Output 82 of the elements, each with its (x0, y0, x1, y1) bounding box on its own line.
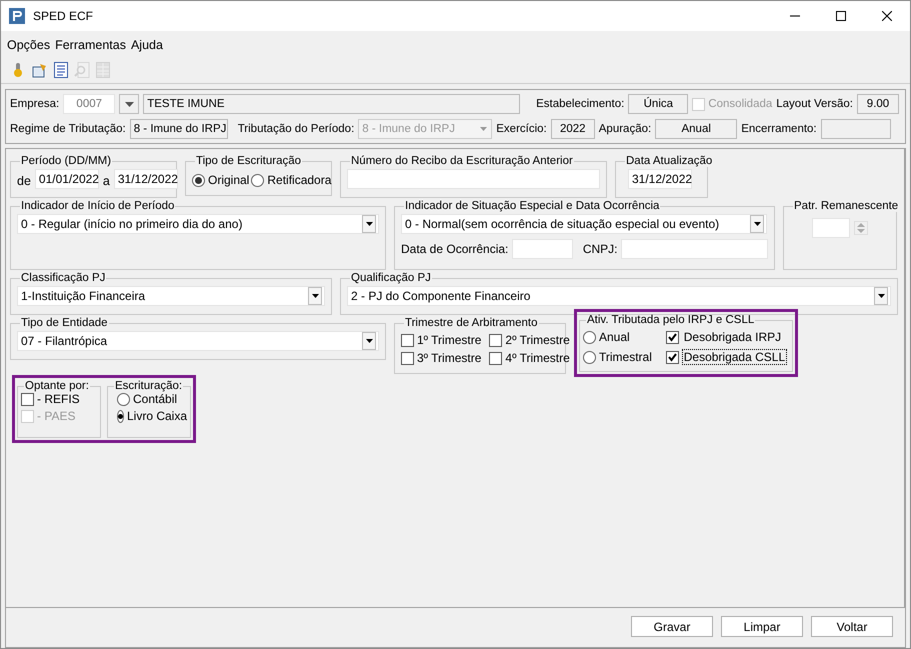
group-label: Período (DD/MM) (20, 155, 112, 167)
group-label: Ativ. Tributada pelo IRPJ e CSLL (586, 314, 756, 326)
field-label: Exercício: (496, 123, 547, 135)
menu-item[interactable]: Ferramentas (55, 38, 126, 52)
qualification-dropdown[interactable]: 2 - PJ do Componente Financeiro (347, 286, 891, 306)
establishment-field: Única (628, 94, 688, 114)
company-name-field: TESTE IMUNE (143, 94, 520, 114)
checkbox-label: Desobrigada IRPJ (682, 329, 782, 345)
caret-icon (312, 294, 318, 298)
dropdown-button[interactable] (119, 94, 140, 114)
field-label: Empresa: (10, 98, 60, 110)
caret-icon (480, 127, 488, 131)
group-label: Tipo de Escrituração (195, 155, 302, 167)
field-label: Regime de Tributação: (10, 123, 126, 135)
window-title: SPED ECF (33, 9, 94, 23)
group-label: Número do Recibo da Escrituração Anterior (350, 155, 574, 167)
update-date-field[interactable]: 31/12/2022 (628, 169, 692, 189)
group-label: Qualificação PJ (350, 272, 432, 284)
group-label: Optante por: (24, 380, 90, 392)
caret-icon (366, 339, 372, 343)
field-label: Data de Ocorrência: (401, 242, 508, 256)
checkbox[interactable]: 2º Trimestre (489, 333, 570, 347)
radio-button[interactable]: Trimestral (583, 349, 654, 365)
menu-item[interactable]: Ajuda (130, 38, 163, 52)
checkbox[interactable]: Desobrigada IRPJ (666, 329, 789, 345)
group-label: Indicador de Situação Especial e Data Ocorrência (404, 200, 660, 212)
spin-buttons[interactable] (854, 221, 868, 235)
field-label: Apuração: (598, 123, 652, 135)
action-button[interactable]: Limpar (721, 616, 803, 637)
receipt-number-field[interactable] (347, 169, 600, 189)
group-label: Data Atualização (625, 155, 714, 167)
caret-icon (366, 222, 372, 226)
checkbox[interactable]: 4º Trimestre (489, 351, 570, 365)
caret-icon (124, 102, 134, 106)
menu-item[interactable]: Opções (7, 38, 50, 52)
special-situation-dropdown[interactable]: 0 - Normal(sem ocorrência de situação especial ou evento) (401, 214, 767, 234)
field-label: CNPJ: (582, 242, 618, 256)
field-label: de (17, 174, 31, 188)
field-label: Estabelecimento: (536, 98, 624, 110)
checkbox[interactable]: - REFIS (21, 392, 97, 406)
layout-version-field: 9.00 (857, 94, 899, 114)
settings-icon[interactable] (32, 62, 48, 78)
group-label: Patr. Remanescente (793, 200, 900, 212)
action-button[interactable]: Gravar (631, 616, 713, 637)
period-start-dropdown[interactable]: 0 - Regular (início no primeiro dia do ano) (17, 214, 379, 234)
start-date-field[interactable]: 01/01/2022 (34, 169, 99, 189)
app-logo-icon (9, 8, 25, 24)
group-label: Tipo de Entidade (20, 317, 109, 329)
closing-field (820, 119, 891, 139)
checkbox[interactable]: 3º Trimestre (401, 351, 482, 365)
radio-button[interactable]: Retificadora (251, 173, 332, 187)
field-label: Layout Versão: (776, 98, 853, 110)
radio-button[interactable]: Contábil (117, 392, 187, 406)
remaining-equity-field[interactable] (812, 218, 850, 238)
maximize-icon[interactable] (836, 11, 846, 21)
checkmark-icon (668, 332, 677, 342)
group-label: Classificação PJ (20, 272, 106, 284)
close-icon[interactable] (882, 11, 892, 21)
cnpj-field[interactable] (621, 239, 768, 259)
action-button[interactable]: Voltar (811, 616, 893, 637)
checkmark-icon (668, 352, 677, 362)
radio-button[interactable]: Livro Caixa (117, 409, 187, 423)
end-date-field[interactable]: 31/12/2022 (114, 169, 178, 189)
field-label: a (102, 174, 110, 188)
document-icon[interactable] (54, 62, 68, 78)
caret-icon (754, 222, 760, 226)
occurrence-date-field[interactable] (512, 239, 573, 259)
group-label: Escrituração: (114, 380, 184, 392)
group-label: Indicador de Início de Período (20, 200, 176, 212)
radio-button[interactable]: Original (192, 173, 250, 187)
field-label: Encerramento: (741, 123, 817, 135)
tax-regime-field: 8 - Imune do IRPJ (130, 119, 228, 139)
checkbox[interactable]: 1º Trimestre (401, 333, 482, 347)
company-code-field[interactable]: 0007 (63, 94, 116, 114)
assessment-field: Anual (655, 119, 738, 139)
group-label: Trimestre de Arbitramento (404, 317, 539, 329)
caret-icon (878, 294, 884, 298)
classification-dropdown[interactable]: 1-Instituição Financeira (17, 286, 325, 306)
entity-type-dropdown[interactable]: 07 - Filantrópica (17, 331, 379, 351)
radio-button[interactable]: Anual (583, 329, 654, 345)
field-label: Tributação do Período: (238, 123, 354, 135)
fiscal-year-field: 2022 (550, 119, 595, 139)
